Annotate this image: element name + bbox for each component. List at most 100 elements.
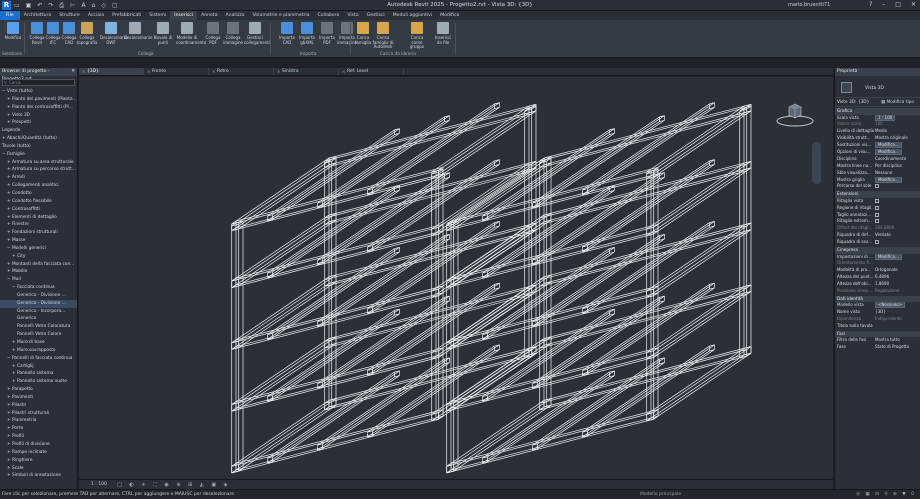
minimize-icon[interactable]: – <box>882 1 885 8</box>
tab-strutture[interactable]: Strutture <box>55 11 84 20</box>
beam[interactable] <box>231 285 444 350</box>
browser-tree-item[interactable]: + Pannello sistema <box>0 370 77 378</box>
browser-tree-item[interactable]: + Mobilio <box>0 268 77 276</box>
browser-tree-item[interactable]: + Viste 3D <box>0 112 77 120</box>
joist[interactable] <box>482 128 615 222</box>
tab-volumetrie-e-planimetria[interactable]: Volumetrie e planimetria <box>249 11 314 20</box>
instance-selector[interactable]: Viste 3D: {3D} ▦ Modifica tipo <box>835 98 920 107</box>
view-tab[interactable]: ✕ {3D} <box>79 68 144 75</box>
tab-sistemi[interactable]: Sistemi <box>145 11 170 20</box>
browser-tree-item[interactable]: + Pilastri <box>0 402 77 410</box>
tab-analizza[interactable]: Analizza <box>222 11 249 20</box>
maximize-icon[interactable]: □ <box>895 1 901 8</box>
link-topo-button[interactable]: Collega topografia <box>76 22 98 50</box>
joist[interactable] <box>267 128 400 222</box>
browser-tree-item[interactable]: + Elementi di dettaglio <box>0 214 77 222</box>
property-value[interactable]: {3D} <box>875 309 920 316</box>
property-value[interactable]: <Nessuno> <box>875 302 920 309</box>
joist[interactable] <box>317 115 450 209</box>
autodesk-family-button[interactable]: Carica famiglie di Autodesk <box>372 22 394 50</box>
browser-tree-item[interactable]: + Piante dei controsoffitti (Pi... <box>0 104 77 112</box>
beam[interactable] <box>231 155 337 232</box>
close-icon[interactable]: ✕ <box>82 68 85 76</box>
browser-tree-item[interactable]: + Finestre <box>0 221 77 229</box>
property-value[interactable]: Modifica... <box>875 176 920 184</box>
pointer-button[interactable]: Modifica <box>2 22 24 50</box>
coord-model-button[interactable]: Modello di coordinamento <box>176 22 206 50</box>
beam[interactable] <box>231 409 444 474</box>
user-account[interactable]: mario.bruentti71 <box>788 2 830 8</box>
browser-tree-item[interactable]: + Controsoffitti <box>0 206 77 214</box>
property-value[interactable]: 100 <box>875 121 920 128</box>
property-value[interactable]: 304.8000 <box>875 225 920 232</box>
property-value[interactable] <box>875 239 920 246</box>
property-value[interactable] <box>875 198 920 205</box>
browser-tree-item[interactable]: + City <box>0 253 77 261</box>
browser-tree-item[interactable]: + Montanti della facciata con... <box>0 261 77 269</box>
help-icon[interactable]: ? <box>869 1 872 8</box>
property-value[interactable] <box>875 205 920 212</box>
browser-tree-item[interactable]: + Cartiglij <box>0 363 77 371</box>
browser-tree-item[interactable]: + Simboli di annotazione <box>0 472 77 480</box>
close-icon[interactable]: ✕ <box>911 1 916 8</box>
decal-button[interactable]: Decalcomanie <box>124 22 152 50</box>
browser-search-input[interactable]: ⚲ Cerca <box>2 79 75 86</box>
beam[interactable] <box>231 398 337 474</box>
beam[interactable] <box>231 223 444 289</box>
close-icon[interactable]: ✕ <box>71 68 75 76</box>
property-value[interactable]: Mostra originale <box>875 135 920 142</box>
browser-tree-item[interactable]: + Rampe inclinate <box>0 449 77 457</box>
property-value[interactable] <box>875 183 920 190</box>
view-tab[interactable]: ✕ Retro <box>209 68 274 75</box>
checkbox[interactable] <box>875 184 879 189</box>
point-cloud-button[interactable]: Nuvola di punti <box>152 22 174 50</box>
beam[interactable] <box>231 212 337 289</box>
browser-tree-item[interactable]: Generica - Incorpora... <box>0 308 77 316</box>
property-value[interactable]: Medio <box>875 128 920 135</box>
import-cad-button[interactable]: Importa CAD <box>276 22 298 50</box>
beam[interactable] <box>646 346 752 422</box>
close-icon[interactable]: ✕ <box>277 68 280 76</box>
property-value[interactable]: Modifica... <box>875 148 920 156</box>
close-icon[interactable]: ✕ <box>147 68 150 76</box>
view-cube-icon[interactable] <box>775 101 815 129</box>
tab-annota[interactable]: Annota <box>197 11 221 20</box>
browser-tree-item[interactable]: − Muri <box>0 276 77 284</box>
joist[interactable] <box>532 115 665 209</box>
close-icon[interactable]: ✕ <box>342 68 345 76</box>
browser-tree-item[interactable]: + Muro sovrapposto <box>0 347 77 355</box>
joist[interactable] <box>367 102 500 196</box>
status-icons[interactable]: ◎ ▦ ⊡ ⚲ ⊕ ▼ 0 <box>856 492 916 497</box>
pdf-button[interactable]: Collega PDF <box>202 22 224 50</box>
browser-tree-item[interactable]: Generico <box>0 315 77 323</box>
browser-tree-item[interactable]: + Armatura su area strutturale <box>0 159 77 167</box>
checkbox[interactable] <box>875 212 879 217</box>
image-button[interactable]: Collega immagine <box>222 22 244 50</box>
browser-tree-item[interactable]: + Condotto <box>0 190 77 198</box>
tab-architettura[interactable]: Architettura <box>20 11 56 20</box>
joist[interactable] <box>582 102 715 196</box>
load-family-button[interactable]: Carica famiglia <box>352 22 374 50</box>
browser-tree-item[interactable]: + Pilastri strutturali <box>0 410 77 418</box>
gbxml-button[interactable]: Importa gbXML <box>296 22 318 50</box>
beam[interactable] <box>446 398 552 474</box>
property-value[interactable]: Modifica... <box>875 253 920 261</box>
tab-gestisci[interactable]: Gestisci <box>363 11 389 20</box>
tab-modifica[interactable]: Modifica <box>436 11 463 20</box>
view-control-icons[interactable]: □ ◐ ☀ ⛶ ◉ ⊕ ⊞ ◭ ▣ ◈ <box>117 482 231 488</box>
property-value[interactable]: Ventato <box>875 232 920 239</box>
browser-tree-item[interactable]: − Facciata continua <box>0 284 77 292</box>
checkbox[interactable] <box>875 198 879 203</box>
tab-vista[interactable]: Vista <box>343 11 362 20</box>
beam[interactable] <box>231 347 444 412</box>
tab-collabora[interactable]: Collabora <box>314 11 344 20</box>
browser-tree-item[interactable]: + Abachi/Quantità (tutto) <box>0 135 77 143</box>
view-tab[interactable]: ✕ Sinistra <box>274 68 339 75</box>
browser-tree-item[interactable]: Pannelli Vetro Colore <box>0 331 77 339</box>
view-tab[interactable]: ✕ Fronte <box>144 68 209 75</box>
property-value[interactable]: 1.8690 <box>875 281 920 288</box>
property-value[interactable]: Modifica... <box>875 142 920 149</box>
browser-tree-item[interactable]: − Modelli generici <box>0 245 77 253</box>
close-icon[interactable]: ✕ <box>212 68 215 76</box>
tab-file[interactable]: File <box>0 11 20 20</box>
